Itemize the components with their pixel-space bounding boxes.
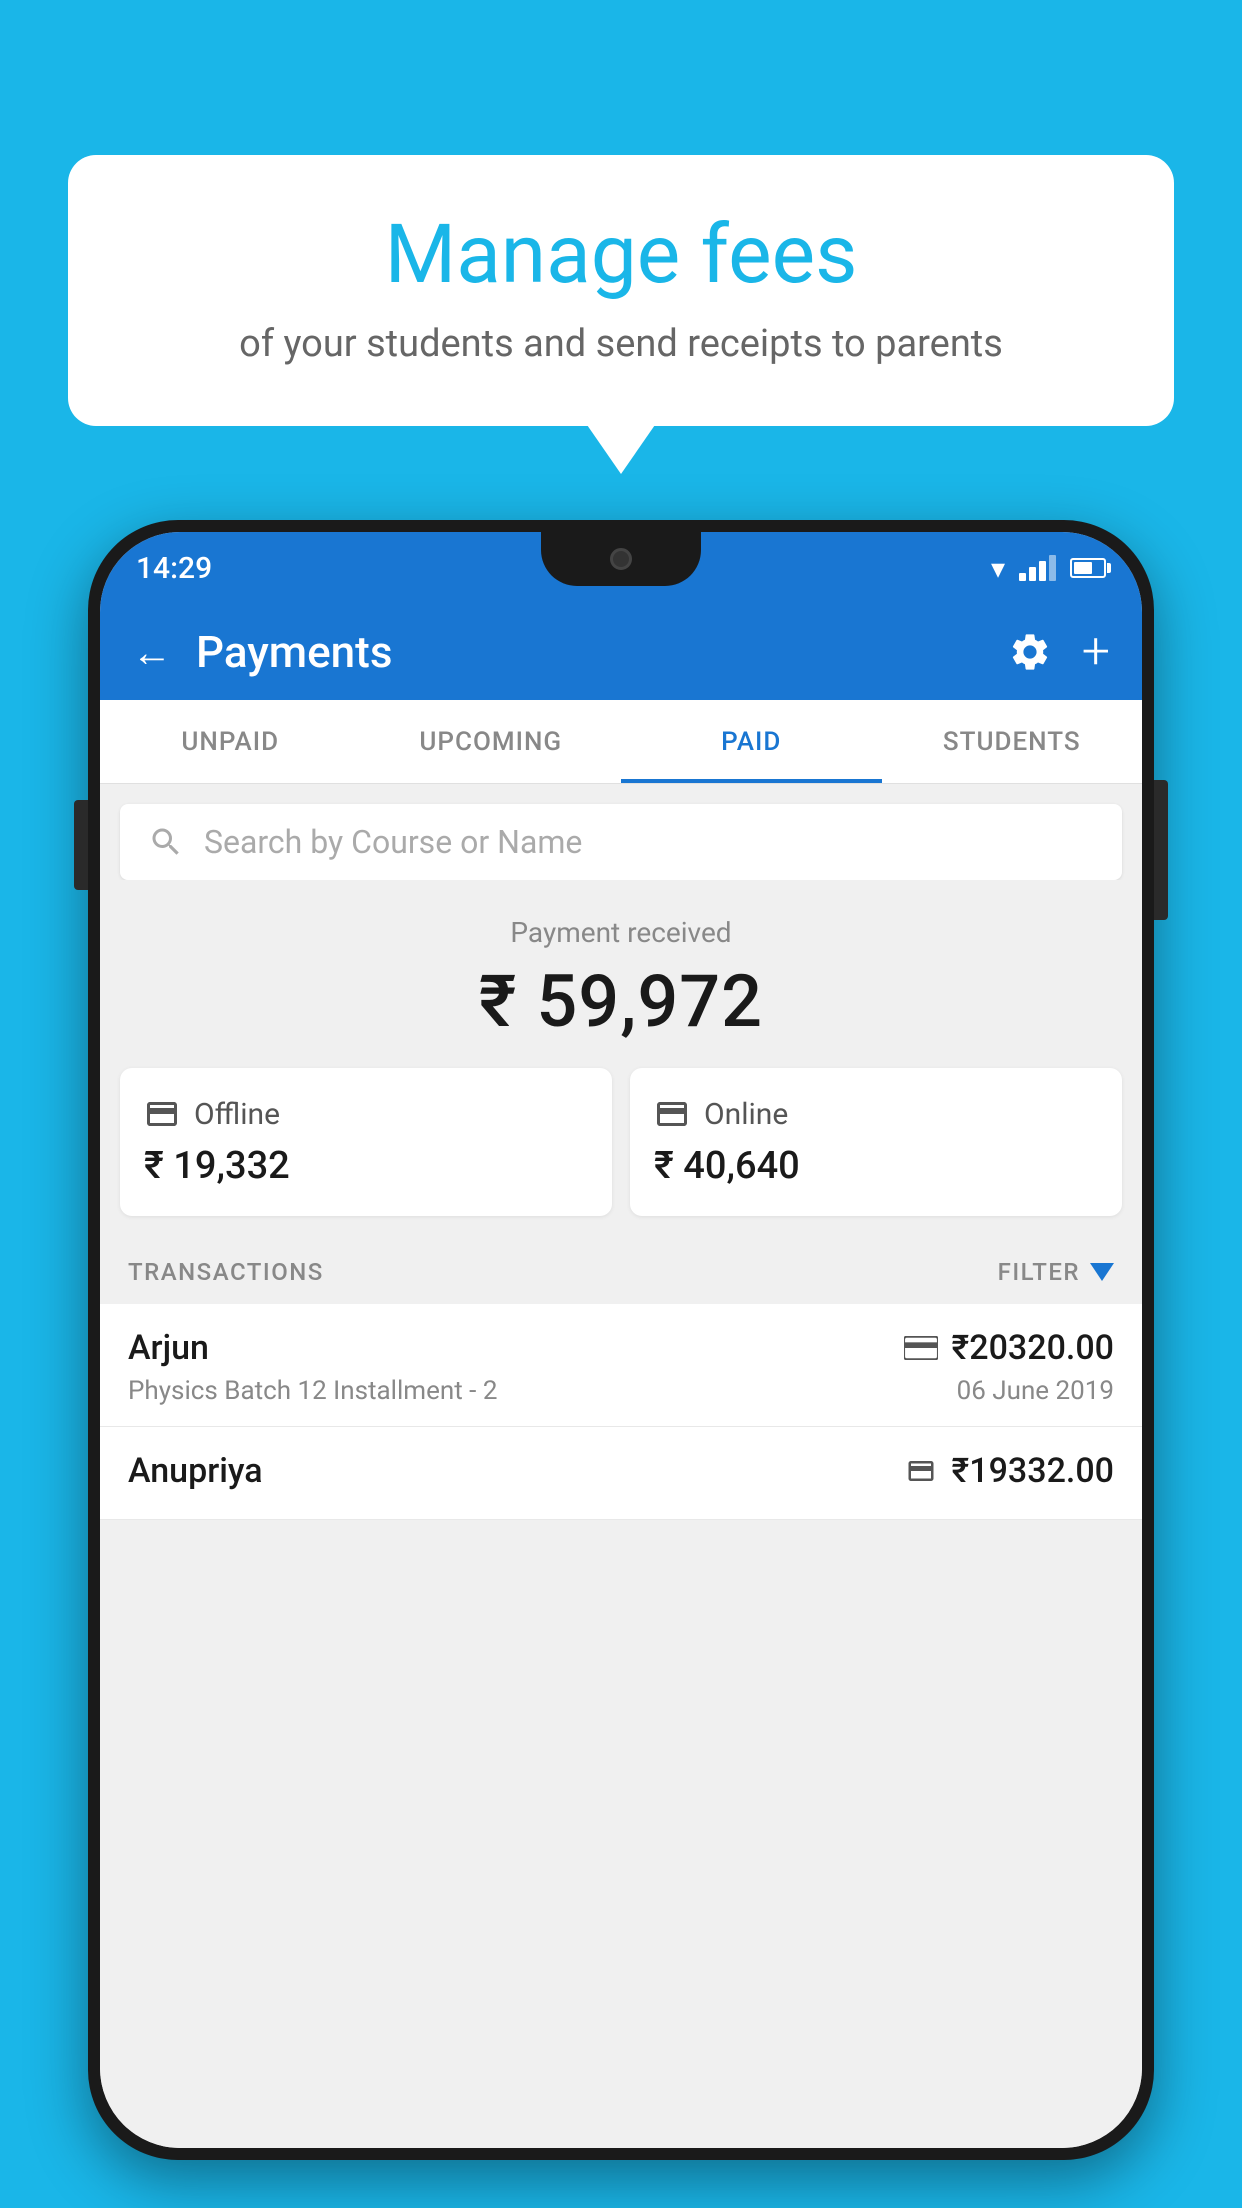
payment-amount: ₹ 59,972 bbox=[124, 959, 1118, 1044]
payment-received-label: Payment received bbox=[124, 916, 1118, 949]
transaction-name: Arjun bbox=[128, 1328, 209, 1368]
filter-label: FILTER bbox=[998, 1258, 1080, 1286]
transaction-right: ₹20320.00 bbox=[904, 1328, 1114, 1368]
speech-bubble: Manage fees of your students and send re… bbox=[68, 155, 1174, 426]
content-area: Search by Course or Name Payment receive… bbox=[100, 784, 1142, 2148]
add-button[interactable]: + bbox=[1082, 627, 1110, 677]
filter-button[interactable]: FILTER bbox=[998, 1258, 1114, 1286]
payment-summary: Payment received ₹ 59,972 bbox=[100, 880, 1142, 1068]
online-card-header: Online bbox=[654, 1096, 1098, 1132]
wifi-icon: ▾ bbox=[991, 552, 1005, 585]
signal-icon bbox=[1019, 555, 1056, 581]
notch bbox=[541, 532, 701, 586]
transaction-right: ₹19332.00 bbox=[904, 1451, 1114, 1491]
tab-upcoming[interactable]: UPCOMING bbox=[361, 700, 622, 783]
table-row[interactable]: Arjun ₹20320.00 Physics Batch 12 Install… bbox=[100, 1304, 1142, 1427]
tab-paid[interactable]: PAID bbox=[621, 700, 882, 783]
online-amount: ₹ 40,640 bbox=[654, 1144, 1098, 1188]
tabs-bar: UNPAID UPCOMING PAID STUDENTS bbox=[100, 700, 1142, 784]
tab-unpaid[interactable]: UNPAID bbox=[100, 700, 361, 783]
cash-payment-icon bbox=[144, 1096, 180, 1132]
transaction-course: Physics Batch 12 Installment - 2 bbox=[128, 1376, 497, 1406]
app-bar: ← Payments + bbox=[100, 604, 1142, 700]
transactions-label: TRANSACTIONS bbox=[128, 1258, 324, 1286]
offline-amount: ₹ 19,332 bbox=[144, 1144, 588, 1188]
card-type-icon bbox=[904, 1336, 938, 1360]
phone-container: 14:29 ▾ bbox=[88, 520, 1154, 2208]
transaction-amount: ₹20320.00 bbox=[952, 1328, 1114, 1368]
transaction-amount: ₹19332.00 bbox=[952, 1451, 1114, 1491]
bubble-subtitle: of your students and send receipts to pa… bbox=[138, 322, 1104, 366]
transaction-date: 06 June 2019 bbox=[957, 1376, 1114, 1406]
battery-icon bbox=[1070, 558, 1106, 578]
transactions-header: TRANSACTIONS FILTER bbox=[100, 1240, 1142, 1304]
phone-screen: 14:29 ▾ bbox=[100, 532, 1142, 2148]
online-label: Online bbox=[704, 1097, 788, 1132]
status-right: ▾ bbox=[991, 552, 1106, 585]
card-payment-icon bbox=[654, 1096, 690, 1132]
transaction-bottom: Physics Batch 12 Installment - 2 06 June… bbox=[128, 1376, 1114, 1406]
filter-icon bbox=[1090, 1263, 1114, 1281]
offline-label: Offline bbox=[194, 1097, 280, 1132]
bubble-title: Manage fees bbox=[138, 210, 1104, 300]
transaction-top: Arjun ₹20320.00 bbox=[128, 1328, 1114, 1368]
offline-card: Offline ₹ 19,332 bbox=[120, 1068, 612, 1216]
tab-students[interactable]: STUDENTS bbox=[882, 700, 1143, 783]
transaction-top: Anupriya ₹19332.00 bbox=[128, 1451, 1114, 1491]
status-time: 14:29 bbox=[136, 551, 212, 586]
search-icon bbox=[148, 824, 184, 860]
search-bar[interactable]: Search by Course or Name bbox=[120, 804, 1122, 880]
cash-type-icon bbox=[904, 1456, 938, 1486]
app-bar-icons: + bbox=[1008, 627, 1110, 677]
camera bbox=[610, 548, 632, 570]
payment-cards: Offline ₹ 19,332 Online ₹ 40,640 bbox=[100, 1068, 1142, 1240]
online-card: Online ₹ 40,640 bbox=[630, 1068, 1122, 1216]
transaction-name: Anupriya bbox=[128, 1451, 263, 1491]
speech-bubble-container: Manage fees of your students and send re… bbox=[68, 155, 1174, 426]
settings-icon[interactable] bbox=[1008, 630, 1052, 674]
table-row[interactable]: Anupriya ₹19332.00 bbox=[100, 1427, 1142, 1520]
phone-frame: 14:29 ▾ bbox=[88, 520, 1154, 2160]
offline-card-header: Offline bbox=[144, 1096, 588, 1132]
search-placeholder: Search by Course or Name bbox=[204, 823, 582, 861]
back-button[interactable]: ← bbox=[132, 629, 172, 676]
page-title: Payments bbox=[196, 626, 1008, 678]
